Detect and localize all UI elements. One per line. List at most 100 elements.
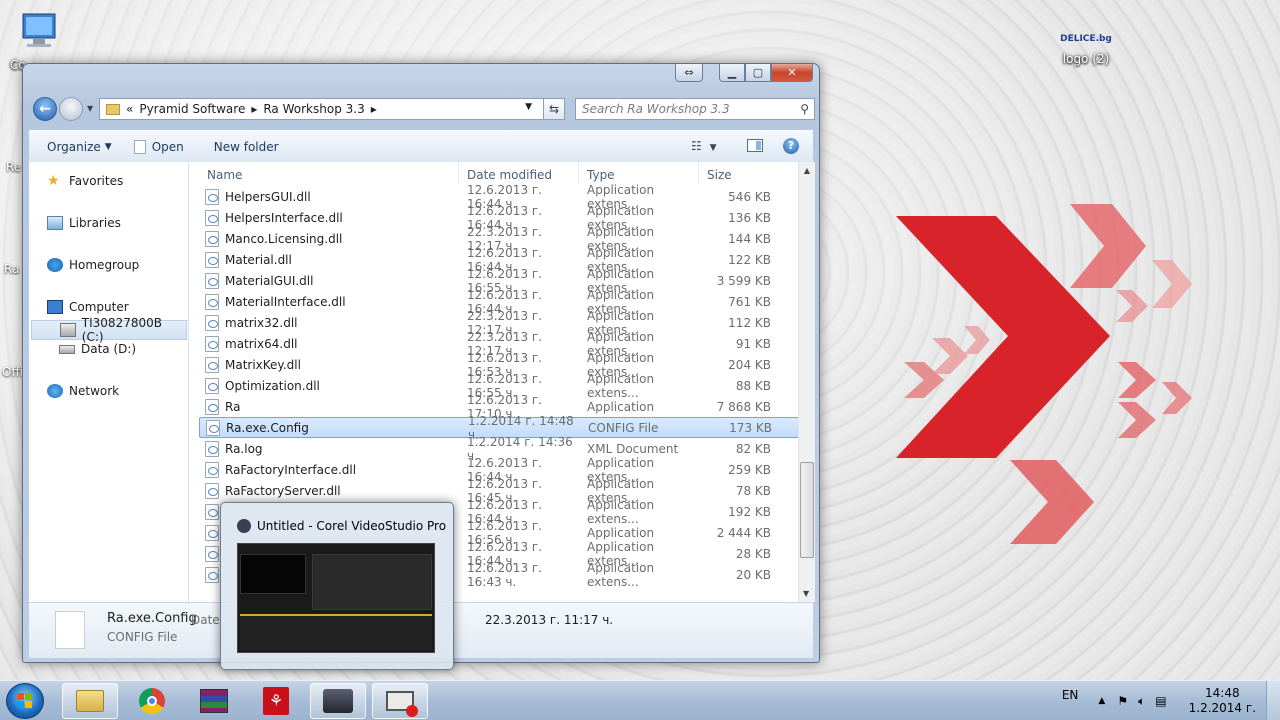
file-type-icon bbox=[205, 230, 219, 247]
taskbar-explorer-button[interactable] bbox=[62, 683, 118, 719]
file-size: 192 KB bbox=[728, 504, 771, 519]
file-type-icon bbox=[205, 503, 219, 520]
file-name: RaFactoryInterface.dll bbox=[225, 462, 357, 477]
desktop-icon-logo[interactable]: DELICE.bg logo (2) bbox=[1056, 34, 1116, 66]
nav-label: Network bbox=[69, 384, 120, 398]
homegroup-icon bbox=[47, 258, 63, 272]
close-button[interactable]: ✕ bbox=[771, 64, 813, 82]
file-type-icon bbox=[205, 440, 219, 457]
details-date-value: 22.3.2013 г. 11:17 ч. bbox=[485, 613, 614, 627]
file-size: 78 KB bbox=[735, 483, 771, 498]
action-center-icon[interactable]: ⚑ bbox=[1117, 694, 1128, 708]
navigation-bar: ← → ▼ « Pyramid Software ▸ Ra Workshop 3… bbox=[29, 96, 815, 122]
winrar-icon bbox=[200, 689, 228, 713]
scroll-up-icon[interactable]: ▲ bbox=[799, 166, 815, 175]
column-label: Name bbox=[207, 168, 243, 182]
file-name-cell: RaFactoryServer.dll bbox=[199, 482, 459, 499]
computer-icon bbox=[47, 300, 63, 314]
clock[interactable]: 14:48 1.2.2014 г. bbox=[1189, 686, 1256, 716]
file-type-icon bbox=[205, 566, 219, 583]
desktop-icon-computer[interactable]: Co bbox=[10, 10, 62, 72]
breadcrumb-item[interactable]: Pyramid Software bbox=[139, 102, 245, 116]
file-size: 82 KB bbox=[735, 441, 771, 456]
taskbar: ⚘ EN ▲ ⚑ 🔈︎ ▤ 14:48 1.2.2014 г. bbox=[0, 680, 1280, 720]
window-preview[interactable] bbox=[237, 543, 435, 653]
taskbar-acrobat-button[interactable]: ⚘ bbox=[248, 683, 304, 719]
refresh-button[interactable]: ⇆ bbox=[543, 98, 565, 120]
network-icon[interactable]: ▤ bbox=[1155, 694, 1166, 708]
file-type: Application extens... bbox=[587, 560, 655, 589]
volume-icon[interactable]: 🔈︎ bbox=[1138, 694, 1145, 709]
scroll-thumb[interactable] bbox=[800, 462, 814, 558]
recent-pages-dropdown[interactable]: ▼ bbox=[87, 104, 93, 113]
search-input[interactable]: Search Ra Workshop 3.3 ⚲ bbox=[575, 98, 815, 120]
breadcrumb-item[interactable]: Ra Workshop 3.3 bbox=[263, 102, 364, 116]
file-size: 122 KB bbox=[728, 252, 771, 267]
scroll-down-icon[interactable]: ▼ bbox=[803, 589, 809, 598]
details-date-label: Date bbox=[191, 613, 220, 627]
file-size: 2 444 KB bbox=[716, 525, 771, 540]
start-button[interactable] bbox=[6, 683, 44, 719]
nav-favorites[interactable]: ★ Favorites bbox=[47, 174, 123, 188]
forward-button[interactable]: → bbox=[59, 97, 83, 121]
minimize-button[interactable]: ▁ bbox=[719, 64, 745, 82]
column-header-type[interactable]: Type bbox=[579, 162, 699, 184]
file-type-icon bbox=[205, 356, 219, 373]
file-type-icon bbox=[205, 272, 219, 289]
column-header-name[interactable]: Name bbox=[199, 162, 459, 184]
column-header-size[interactable]: Size bbox=[699, 162, 775, 184]
file-type-icon bbox=[205, 314, 219, 331]
refresh-icon: ⇆ bbox=[548, 102, 560, 116]
vertical-scrollbar[interactable]: ▲ ▼ bbox=[798, 162, 815, 602]
file-size: 91 KB bbox=[735, 336, 771, 351]
nav-drive-c[interactable]: TI30827800B (C:) bbox=[31, 316, 187, 344]
taskbar-recorder-button[interactable] bbox=[372, 683, 428, 719]
chevron-right-icon[interactable]: ▸ bbox=[371, 102, 377, 116]
address-dropdown-icon[interactable]: ▼ bbox=[525, 102, 532, 112]
help-button[interactable]: ? bbox=[783, 138, 799, 154]
nav-label: TI30827800B (C:) bbox=[81, 316, 162, 344]
file-name-cell: Material.dll bbox=[199, 251, 459, 268]
taskbar-thumbnail-preview[interactable]: Untitled - Corel VideoStudio Pro bbox=[220, 502, 454, 670]
column-header-date[interactable]: Date modified bbox=[459, 162, 579, 184]
desktop-edge-label: Offi bbox=[2, 365, 24, 379]
file-name: Ra.exe.Config bbox=[226, 420, 309, 435]
nav-drive-d[interactable]: Data (D:) bbox=[59, 342, 136, 356]
show-desktop-button[interactable] bbox=[1266, 681, 1280, 720]
address-bar[interactable]: « Pyramid Software ▸ Ra Workshop 3.3 ▸ ▼ bbox=[99, 98, 565, 120]
videostudio-icon bbox=[237, 519, 251, 533]
back-button[interactable]: ← bbox=[33, 97, 57, 121]
chevron-right-icon[interactable]: ▸ bbox=[251, 102, 257, 116]
file-type-icon bbox=[205, 335, 219, 352]
file-name-cell: MaterialGUI.dll bbox=[199, 272, 459, 289]
open-button[interactable]: Open bbox=[133, 139, 184, 154]
file-size: 112 KB bbox=[728, 315, 771, 330]
command-bar: Organize ▼ Open New folder ☷ ▼ ? bbox=[29, 130, 813, 162]
nav-libraries[interactable]: Libraries bbox=[47, 216, 121, 230]
taskbar-winrar-button[interactable] bbox=[186, 683, 242, 719]
maximize-button[interactable]: ▢ bbox=[745, 64, 771, 82]
nav-network[interactable]: Network bbox=[47, 384, 119, 398]
search-icon[interactable]: ⚲ bbox=[800, 102, 809, 116]
file-type: XML Document bbox=[587, 441, 679, 456]
taskbar-chrome-button[interactable] bbox=[124, 683, 180, 719]
file-type-icon bbox=[205, 377, 219, 394]
restore-arrow-button[interactable]: ⇔ bbox=[675, 64, 703, 82]
show-hidden-icons[interactable]: ▲ bbox=[1098, 696, 1105, 706]
file-size: 546 KB bbox=[728, 189, 771, 204]
nav-homegroup[interactable]: Homegroup bbox=[47, 258, 139, 272]
file-name-cell: Ra bbox=[199, 398, 459, 415]
drive-icon bbox=[59, 344, 75, 354]
language-indicator[interactable]: EN bbox=[1062, 688, 1079, 702]
file-name-cell: MatrixKey.dll bbox=[199, 356, 459, 373]
preview-pane-button[interactable] bbox=[747, 139, 763, 152]
new-folder-button[interactable]: New folder bbox=[214, 140, 279, 154]
file-name: HelpersGUI.dll bbox=[225, 189, 311, 204]
file-name-cell: MaterialInterface.dll bbox=[199, 293, 459, 310]
organize-button[interactable]: Organize ▼ bbox=[47, 140, 112, 154]
file-name-cell: Optimization.dll bbox=[199, 377, 459, 394]
breadcrumb-overflow[interactable]: « bbox=[126, 102, 133, 116]
taskbar-videostudio-button[interactable] bbox=[310, 683, 366, 719]
nav-computer[interactable]: Computer bbox=[47, 300, 129, 314]
change-view-button[interactable]: ☷ ▼ bbox=[691, 139, 717, 153]
